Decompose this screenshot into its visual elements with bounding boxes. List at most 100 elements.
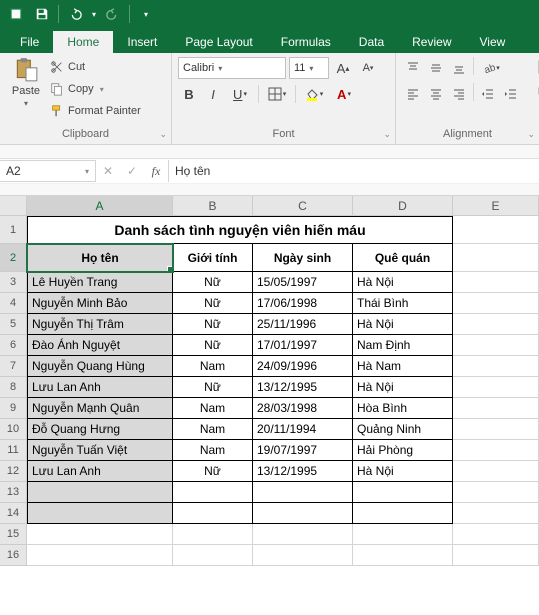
cell[interactable] — [453, 356, 539, 377]
cell-dob[interactable]: 19/07/1997 — [253, 440, 353, 461]
title-cell[interactable]: Danh sách tình nguyện viên hiến máu — [27, 216, 453, 244]
cell-hometown[interactable]: Hà Nội — [353, 461, 453, 482]
underline-button[interactable]: U▾ — [226, 83, 254, 105]
borders-button[interactable]: ▾ — [263, 83, 291, 105]
cell[interactable] — [27, 503, 173, 524]
column-header-a[interactable]: A — [27, 196, 173, 215]
row-header[interactable]: 10 — [0, 419, 27, 440]
row-header[interactable]: 2 — [0, 244, 27, 272]
cell[interactable] — [453, 524, 539, 545]
cell-hometown[interactable]: Quảng Ninh — [353, 419, 453, 440]
cell[interactable] — [27, 482, 173, 503]
row-header[interactable]: 7 — [0, 356, 27, 377]
cell[interactable] — [453, 244, 539, 272]
select-all-corner[interactable] — [0, 196, 27, 215]
cell-hometown[interactable]: Hải Phòng — [353, 440, 453, 461]
cell[interactable] — [173, 545, 253, 566]
cell-dob[interactable]: 17/06/1998 — [253, 293, 353, 314]
cell-gender[interactable]: Nữ — [173, 272, 253, 293]
bold-button[interactable]: B — [178, 83, 200, 105]
cell-hometown[interactable]: Hà Nội — [353, 377, 453, 398]
cell-gender[interactable]: Nam — [173, 356, 253, 377]
fill-color-button[interactable]: ▾ — [300, 83, 328, 105]
decrease-indent-button[interactable] — [477, 83, 499, 105]
cell-hometown[interactable]: Hà Nam — [353, 356, 453, 377]
cell-hometown[interactable]: Nam Định — [353, 335, 453, 356]
row-header[interactable]: 14 — [0, 503, 27, 524]
cell[interactable] — [173, 503, 253, 524]
excel-app-icon[interactable] — [4, 2, 28, 26]
format-painter-button[interactable]: Format Painter — [50, 101, 141, 121]
cell-name[interactable]: Lưu Lan Anh — [27, 377, 173, 398]
formula-input[interactable]: Họ tên — [169, 160, 539, 182]
save-button[interactable] — [30, 2, 54, 26]
name-box[interactable]: A2▾ — [0, 160, 96, 182]
cell[interactable] — [453, 293, 539, 314]
cell[interactable] — [253, 524, 353, 545]
row-header[interactable]: 15 — [0, 524, 27, 545]
cell-name[interactable]: Lê Huyền Trang — [27, 272, 173, 293]
cell[interactable] — [453, 398, 539, 419]
tab-review[interactable]: Review — [398, 31, 465, 53]
cell-gender[interactable]: Nữ — [173, 314, 253, 335]
cell-hometown[interactable]: Thái Bình — [353, 293, 453, 314]
cell-dob[interactable]: 15/05/1997 — [253, 272, 353, 293]
row-header[interactable]: 16 — [0, 545, 27, 566]
cell[interactable] — [453, 503, 539, 524]
cell-dob[interactable]: 28/03/1998 — [253, 398, 353, 419]
cancel-formula-button[interactable]: ✕ — [96, 160, 120, 182]
align-right-button[interactable] — [448, 83, 470, 105]
cell[interactable] — [353, 545, 453, 566]
align-top-button[interactable] — [402, 57, 424, 79]
increase-font-button[interactable]: A▴ — [332, 57, 354, 79]
cell-gender[interactable]: Nam — [173, 440, 253, 461]
tab-insert[interactable]: Insert — [113, 31, 171, 53]
orientation-button[interactable]: ab▾ — [477, 57, 505, 79]
tab-formulas[interactable]: Formulas — [267, 31, 345, 53]
enter-formula-button[interactable]: ✓ — [120, 160, 144, 182]
cell[interactable] — [453, 377, 539, 398]
cell-gender[interactable]: Nam — [173, 419, 253, 440]
tab-page-layout[interactable]: Page Layout — [171, 31, 266, 53]
cell-name[interactable]: Nguyễn Minh Bảo — [27, 293, 173, 314]
cell-name[interactable]: Nguyễn Tuấn Việt — [27, 440, 173, 461]
cell-hometown[interactable]: Hòa Bình — [353, 398, 453, 419]
row-header[interactable]: 12 — [0, 461, 27, 482]
cell-dob[interactable]: 17/01/1997 — [253, 335, 353, 356]
row-header[interactable]: 6 — [0, 335, 27, 356]
undo-dropdown[interactable]: ▾ — [89, 2, 99, 26]
cell[interactable] — [353, 482, 453, 503]
cell-name[interactable]: Nguyễn Thị Trâm — [27, 314, 173, 335]
cell-name[interactable]: Đào Ánh Nguyệt — [27, 335, 173, 356]
cell[interactable] — [353, 524, 453, 545]
row-header[interactable]: 1 — [0, 216, 27, 244]
row-header[interactable]: 13 — [0, 482, 27, 503]
cell[interactable] — [173, 524, 253, 545]
decrease-font-button[interactable]: A▾ — [357, 57, 379, 79]
align-center-button[interactable] — [425, 83, 447, 105]
increase-indent-button[interactable] — [500, 83, 522, 105]
row-header[interactable]: 8 — [0, 377, 27, 398]
header-dob-cell[interactable]: Ngày sinh — [253, 244, 353, 272]
font-name-combo[interactable]: Calibri▾ — [178, 57, 286, 79]
column-header-b[interactable]: B — [173, 196, 253, 215]
cell-name[interactable]: Đỗ Quang Hưng — [27, 419, 173, 440]
row-header[interactable]: 3 — [0, 272, 27, 293]
redo-button[interactable] — [101, 2, 125, 26]
cell-name[interactable]: Lưu Lan Anh — [27, 461, 173, 482]
align-left-button[interactable] — [402, 83, 424, 105]
cell-gender[interactable]: Nam — [173, 398, 253, 419]
undo-button[interactable] — [63, 2, 87, 26]
column-header-e[interactable]: E — [453, 196, 539, 215]
tab-file[interactable]: File — [6, 31, 53, 53]
cell-dob[interactable]: 13/12/1995 — [253, 461, 353, 482]
cell-hometown[interactable]: Hà Nội — [353, 314, 453, 335]
cell[interactable] — [353, 503, 453, 524]
cell[interactable] — [453, 335, 539, 356]
qat-customize-dropdown[interactable]: ▾ — [134, 2, 158, 26]
cell[interactable] — [253, 482, 353, 503]
cell-dob[interactable]: 25/11/1996 — [253, 314, 353, 335]
cell-gender[interactable]: Nữ — [173, 377, 253, 398]
cell-name[interactable]: Nguyễn Quang Hùng — [27, 356, 173, 377]
cell[interactable] — [453, 314, 539, 335]
